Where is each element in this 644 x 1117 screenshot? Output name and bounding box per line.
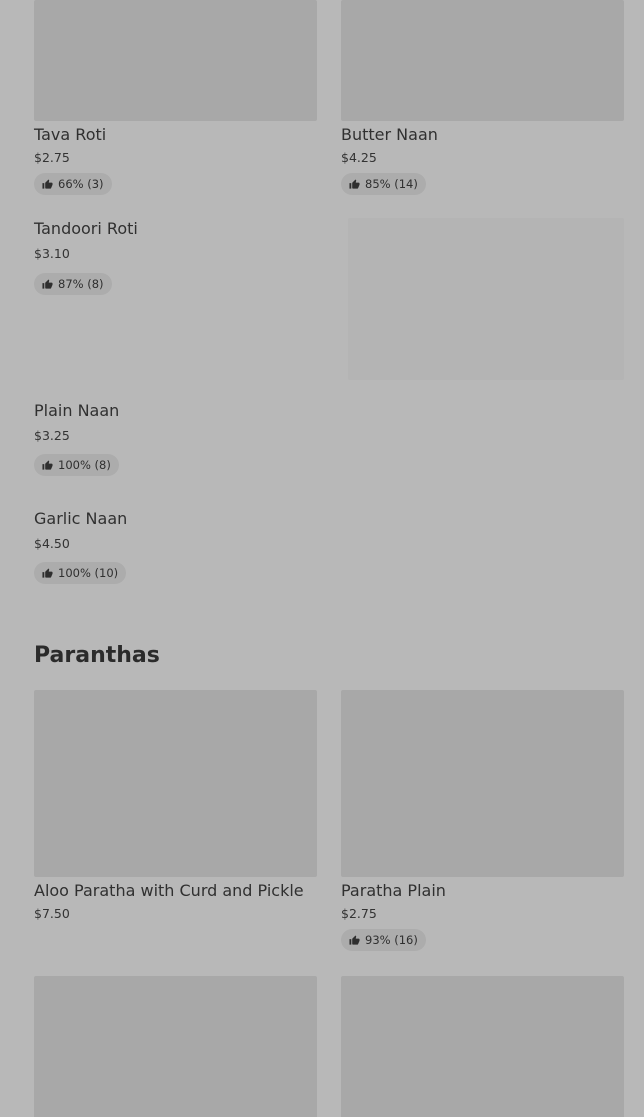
rating-badge: 93% (16) xyxy=(341,929,426,951)
thumbs-up-icon xyxy=(42,178,53,190)
menu-item-price: $2.75 xyxy=(34,150,70,165)
menu-item-card[interactable]: Aloo Paratha with Curd and Pickle $7.50 xyxy=(34,690,317,960)
rating-badge: 85% (14) xyxy=(341,173,426,195)
menu-item-row[interactable]: Garlic Naan $4.50 100% (10) xyxy=(34,506,624,596)
rating-text: 100% (8) xyxy=(58,458,111,472)
menu-item-price: $4.25 xyxy=(341,150,377,165)
rating-badge: 100% (8) xyxy=(34,454,119,476)
menu-item-image xyxy=(34,0,317,121)
menu-item-image xyxy=(341,0,624,121)
menu-item-price: $3.25 xyxy=(34,428,70,443)
rating-text: 85% (14) xyxy=(365,177,418,191)
thumbs-up-icon xyxy=(42,278,53,290)
menu-item-name: Tava Roti xyxy=(34,125,107,144)
thumbs-up-icon xyxy=(349,934,360,946)
rating-badge: 100% (10) xyxy=(34,562,127,584)
menu-item-row[interactable]: Tandoori Roti $3.10 87% (8) xyxy=(34,215,624,385)
menu-item-image xyxy=(34,690,317,877)
menu-item-image[interactable] xyxy=(341,976,624,1117)
menu-item-price: $4.50 xyxy=(34,536,70,551)
thumbs-up-icon xyxy=(349,178,360,190)
rating-text: 66% (3) xyxy=(58,177,104,191)
menu-item-image xyxy=(348,218,624,380)
rating-badge: 66% (3) xyxy=(34,173,112,195)
rating-text: 93% (16) xyxy=(365,933,418,947)
section-title: Paranthas xyxy=(34,643,160,668)
menu-item-row[interactable]: Plain Naan $3.25 100% (8) xyxy=(34,398,624,488)
rating-badge: 87% (8) xyxy=(34,273,112,295)
menu-item-name: Aloo Paratha with Curd and Pickle xyxy=(34,881,304,900)
menu-item-name: Plain Naan xyxy=(34,401,120,420)
menu-item-name: Paratha Plain xyxy=(341,881,446,900)
thumbs-up-icon xyxy=(42,567,53,579)
menu-item-price: $2.75 xyxy=(341,906,377,921)
rating-text: 87% (8) xyxy=(58,277,104,291)
thumbs-up-icon xyxy=(42,459,53,471)
menu-item-name: Butter Naan xyxy=(341,125,438,144)
menu-item-image[interactable] xyxy=(34,976,317,1117)
menu-item-card[interactable]: Tava Roti $2.75 66% (3) xyxy=(34,0,317,200)
menu-item-image xyxy=(341,690,624,877)
menu-item-card[interactable]: Butter Naan $4.25 85% (14) xyxy=(341,0,624,200)
menu-item-price: $3.10 xyxy=(34,246,70,261)
menu-item-name: Tandoori Roti xyxy=(34,219,138,238)
menu-item-price: $7.50 xyxy=(34,906,70,921)
rating-text: 100% (10) xyxy=(58,566,119,580)
menu-item-name: Garlic Naan xyxy=(34,509,128,528)
menu-item-card[interactable]: Paratha Plain $2.75 93% (16) xyxy=(341,690,624,960)
